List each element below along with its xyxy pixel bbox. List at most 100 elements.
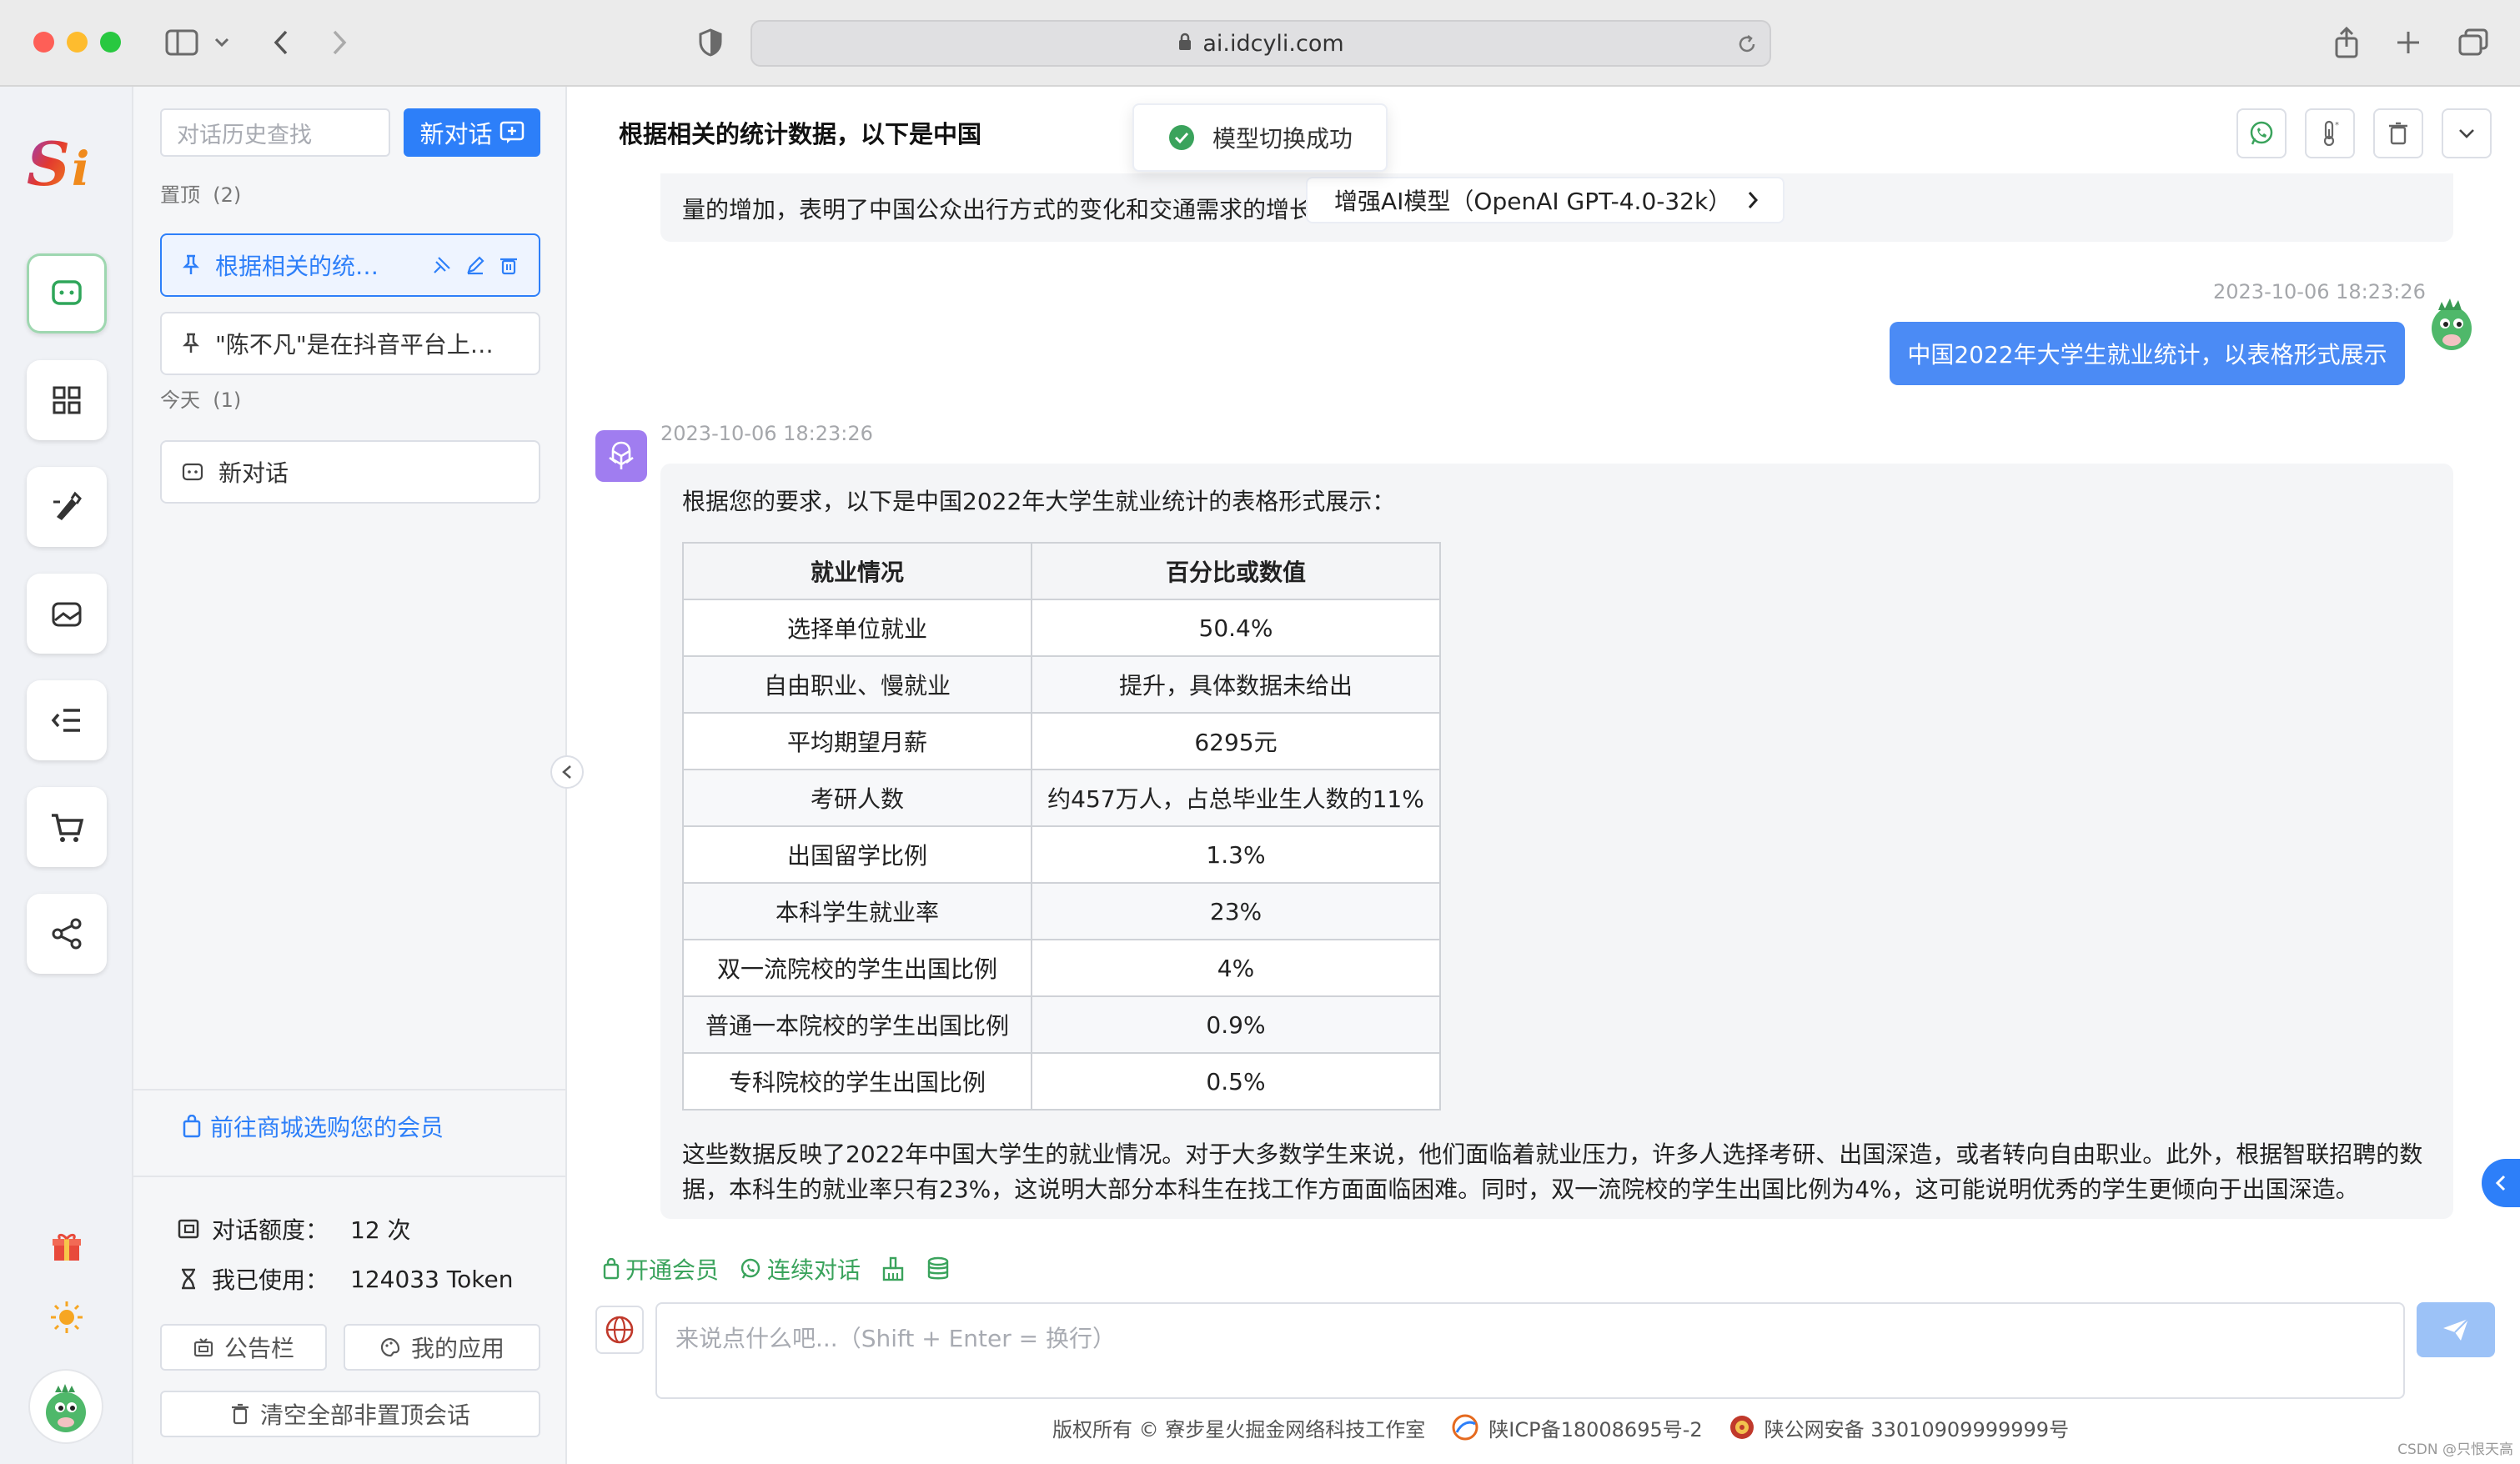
employment-table: 就业情况 百分比或数值 选择单位就业 50.4% 自由职业、慢就业 提升，具体数据未… xyxy=(682,542,1441,1111)
user-avatar[interactable] xyxy=(30,1371,102,1442)
temperature-button[interactable]: * xyxy=(2305,108,2355,158)
conversation-title: 根据相关的统… xyxy=(215,253,379,280)
more-options-button[interactable] xyxy=(2442,108,2492,158)
edit-icon[interactable] xyxy=(465,255,485,275)
whatsapp-style-button[interactable] xyxy=(2236,108,2287,158)
continuous-chat-button[interactable]: 连续对话 xyxy=(739,1252,861,1286)
table-row: 选择单位就业 50.4% xyxy=(682,599,1441,657)
back-icon[interactable] xyxy=(269,23,294,62)
nav-shop-button[interactable] xyxy=(27,787,107,867)
ai-summary-paragraph: 这些数据反映了2022年中国大学生的就业情况。对于大多数学生来说，他们面临着就业… xyxy=(682,1141,2423,1203)
table-header-row: 就业情况 百分比或数值 xyxy=(682,542,1441,600)
police-link[interactable]: 陕公网安备 33010909999999号 xyxy=(1728,1412,2069,1442)
ai-message: 根据您的要求，以下是中国2022年大学生就业统计的表格形式展示： 就业情况 百分… xyxy=(660,464,2453,1219)
table-header-cell: 就业情况 xyxy=(682,542,1032,600)
side-chevron-button[interactable] xyxy=(2482,1159,2520,1207)
clear-unpinned-button[interactable]: 清空全部非置顶会话 xyxy=(160,1391,540,1437)
sidebar-toggle-icon[interactable] xyxy=(162,23,202,62)
toast-text: 模型切换成功 xyxy=(1212,125,1353,153)
history-search-input[interactable]: 对话历史查找 xyxy=(160,108,390,157)
quota-value: 12 次 xyxy=(350,1216,411,1244)
nav-gallery-button[interactable] xyxy=(27,574,107,654)
notice-icon xyxy=(193,1338,213,1357)
thermometer-icon: * xyxy=(2323,120,2339,147)
privacy-shield-icon[interactable] xyxy=(695,23,725,62)
pin-icon[interactable] xyxy=(182,254,200,276)
input-placeholder: 来说点什么吧...（Shift + Enter = 换行） xyxy=(675,1325,1117,1352)
app-nav-rail: S i xyxy=(0,87,133,1464)
new-chat-button[interactable]: 新对话 xyxy=(404,108,540,157)
shop-membership-link[interactable]: 前往商城选购您的会员 xyxy=(182,1110,444,1143)
browser-toolbar: ai.idcyli.com xyxy=(0,0,2520,87)
ai-message-time: 2023-10-06 18:23:26 xyxy=(660,422,873,445)
phone-chat-icon xyxy=(2250,121,2273,145)
chat-toolbar: * xyxy=(2236,108,2492,158)
send-button[interactable] xyxy=(2417,1302,2495,1357)
lock-icon xyxy=(1177,31,1192,57)
nav-apps-button[interactable] xyxy=(27,360,107,440)
table-cell: 1.3% xyxy=(1031,825,1441,884)
delete-icon[interactable] xyxy=(499,255,519,275)
table-cell: 普通一本院校的学生出国比例 xyxy=(682,995,1032,1054)
pin-icon[interactable] xyxy=(182,333,200,354)
send-icon xyxy=(2443,1318,2469,1341)
conversation-item[interactable]: "陈不凡"是在抖音平台上… xyxy=(160,312,540,375)
message-input[interactable]: 来说点什么吧...（Shift + Enter = 换行） xyxy=(655,1302,2405,1399)
table-row: 专科院校的学生出国比例 0.5% xyxy=(682,1052,1441,1111)
chevron-down-icon[interactable] xyxy=(212,23,232,62)
conversation-sidebar: 对话历史查找 新对话 置顶 (2) 根据相关的统… "陈不凡"是在抖音平台上… … xyxy=(133,87,567,1464)
table-row: 出国留学比例 1.3% xyxy=(682,825,1441,884)
new-tab-icon[interactable] xyxy=(2393,23,2423,62)
share-nodes-icon xyxy=(52,918,82,950)
chevron-left-icon xyxy=(2495,1175,2506,1191)
my-apps-button[interactable]: 我的应用 xyxy=(344,1324,540,1371)
check-circle-icon xyxy=(1169,125,1194,150)
database-button[interactable] xyxy=(926,1256,951,1281)
trash-icon xyxy=(231,1403,248,1425)
share-icon[interactable] xyxy=(2332,23,2362,62)
table-row: 本科学生就业率 23% xyxy=(682,882,1441,940)
conversation-title: "陈不凡"是在抖音平台上… xyxy=(215,331,494,358)
chevron-down-icon xyxy=(2459,129,2474,138)
reload-icon[interactable] xyxy=(1736,33,1758,61)
bag-icon xyxy=(603,1258,620,1280)
conversation-item[interactable]: 根据相关的统… xyxy=(160,233,540,297)
police-badge-icon xyxy=(1729,1416,1754,1439)
gift-icon[interactable] xyxy=(50,1231,83,1267)
globe-icon xyxy=(605,1316,634,1344)
clean-button[interactable] xyxy=(881,1256,906,1281)
table-cell: 提升，具体数据未给出 xyxy=(1031,655,1441,714)
close-window-button[interactable] xyxy=(33,32,54,53)
nav-share-button[interactable] xyxy=(27,894,107,974)
page-footer: 版权所有 © 寮步星火掘金网络科技工作室 陕ICP备18008695号-2 陕公… xyxy=(1052,1412,2069,1442)
ticket-icon xyxy=(178,1219,199,1239)
nav-chat-button[interactable] xyxy=(27,253,107,333)
nav-draw-button[interactable] xyxy=(27,467,107,547)
table-cell: 50.4% xyxy=(1031,599,1441,657)
sun-theme-icon[interactable] xyxy=(48,1299,85,1339)
model-selector[interactable]: 增强AI模型（OpenAI GPT-4.0-32k） xyxy=(1306,177,1785,223)
plugin-button[interactable] xyxy=(595,1306,644,1354)
delete-chat-button[interactable] xyxy=(2373,108,2423,158)
today-section-label: 今天 (1) xyxy=(160,389,242,412)
unpin-icon[interactable] xyxy=(432,255,452,275)
notice-board-button[interactable]: 公告栏 xyxy=(160,1324,327,1371)
collapse-sidebar-button[interactable] xyxy=(550,755,584,789)
url-text: ai.idcyli.com xyxy=(1202,30,1344,57)
minimize-window-button[interactable] xyxy=(67,32,88,53)
image-icon xyxy=(52,602,82,627)
icp-link[interactable]: 陕ICP备18008695号-2 xyxy=(1450,1412,1703,1442)
svg-text:i: i xyxy=(72,142,89,197)
table-cell: 出国留学比例 xyxy=(682,825,1032,884)
ai-intro-text: 根据您的要求，以下是中国2022年大学生就业统计的表格形式展示： xyxy=(682,488,1396,515)
table-cell: 本科学生就业率 xyxy=(682,882,1032,940)
open-membership-button[interactable]: 开通会员 xyxy=(602,1252,719,1286)
zoom-window-button[interactable] xyxy=(100,32,121,53)
model-name: 增强AI模型（OpenAI GPT-4.0-32k） xyxy=(1334,188,1732,215)
conversation-item[interactable]: 新对话 xyxy=(160,440,540,504)
tab-overview-icon[interactable] xyxy=(2457,23,2490,62)
address-bar[interactable]: ai.idcyli.com xyxy=(750,20,1771,67)
chevron-right-icon xyxy=(1749,192,1759,208)
forward-icon[interactable] xyxy=(327,23,352,62)
nav-list-button[interactable] xyxy=(27,680,107,760)
